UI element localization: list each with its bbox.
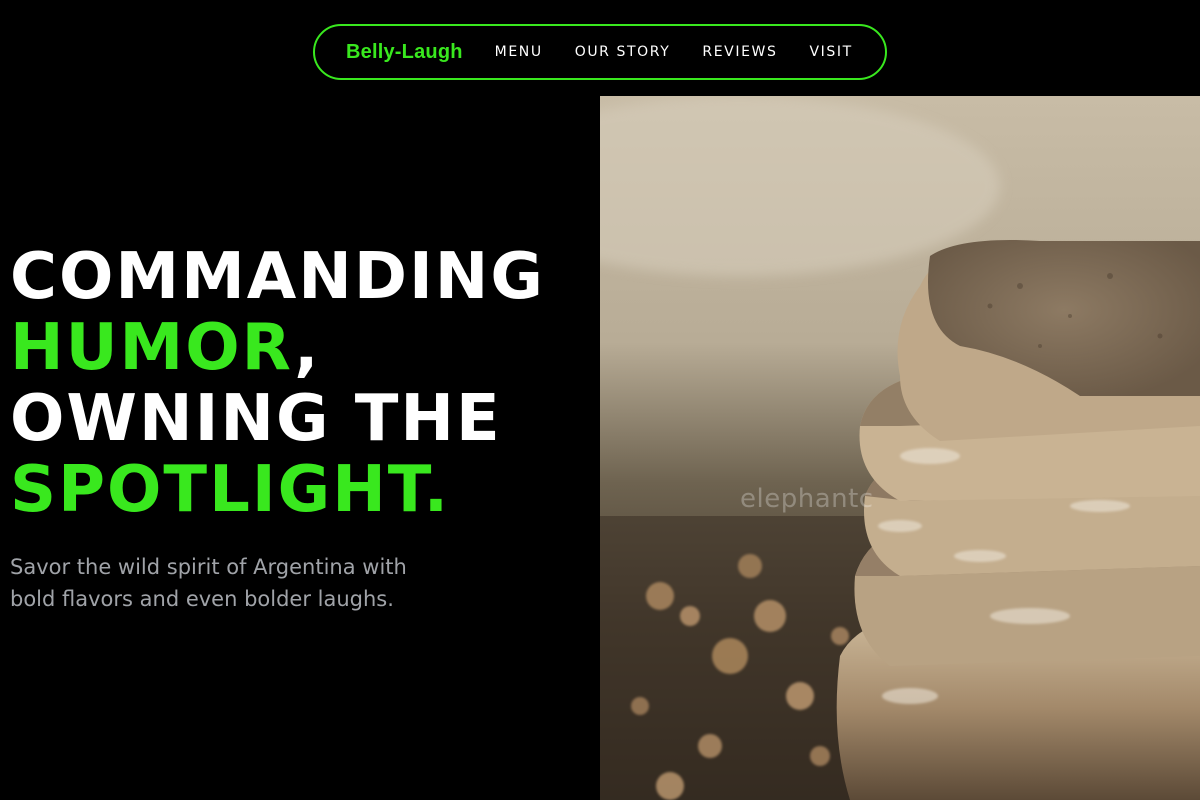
image-watermark: elephantc (740, 484, 874, 514)
hero-headline: COMMANDING HUMOR, OWNING THE SPOTLIGHT. (10, 242, 600, 526)
nav-link-our-story[interactable]: OUR STORY (575, 44, 671, 60)
headline-line-1: COMMANDING (10, 240, 545, 314)
headline-comma: , (294, 311, 321, 385)
headline-line-2: HUMOR, (10, 313, 600, 384)
nav-link-reviews[interactable]: REVIEWS (702, 44, 777, 60)
bread-stack-illustration (600, 96, 1200, 800)
headline-accent-humor: HUMOR (10, 311, 295, 385)
nav-link-visit[interactable]: VISIT (809, 44, 852, 60)
headline-accent-spotlight: SPOTLIGHT. (10, 453, 450, 527)
brand-logo-link[interactable]: Belly-Laugh (346, 41, 463, 64)
hero-image-bread-stack: elephantc (600, 96, 1200, 800)
page: Belly-Laugh MENU OUR STORY REVIEWS VISIT… (0, 0, 1200, 800)
hero-subtext: Savor the wild spirit of Argentina with … (10, 555, 407, 611)
nav-link-menu[interactable]: MENU (495, 44, 543, 60)
top-nav: Belly-Laugh MENU OUR STORY REVIEWS VISIT (313, 24, 887, 80)
headline-line-3: OWNING THE (10, 382, 502, 456)
hero-text: COMMANDING HUMOR, OWNING THE SPOTLIGHT. … (10, 242, 600, 615)
